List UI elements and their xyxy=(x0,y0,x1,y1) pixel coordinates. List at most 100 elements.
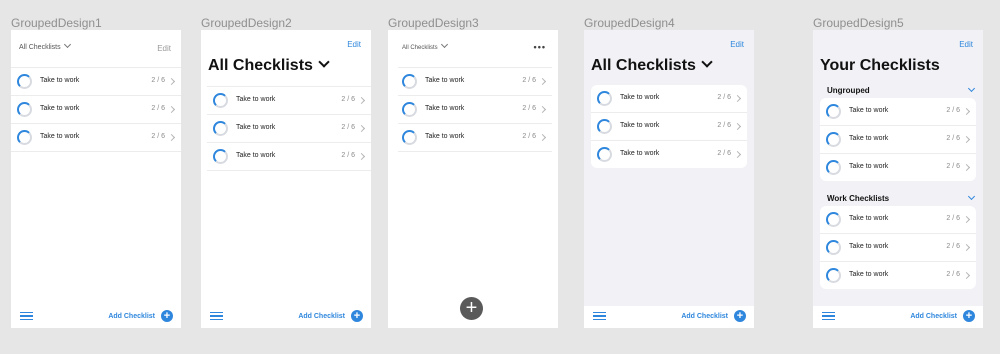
page-title-dropdown[interactable]: All Checklists xyxy=(591,56,713,75)
edit-button[interactable]: Edit xyxy=(157,44,171,53)
chevron-right-icon xyxy=(962,215,971,224)
artboard-grouped-design-3: All Checklists ••• Take to work 2 / 6 Tak… xyxy=(388,30,558,328)
checklist-title: Take to work xyxy=(425,105,465,112)
chevron-right-icon xyxy=(733,122,742,131)
list-item[interactable]: Take to work 2 / 6 xyxy=(820,98,976,126)
checklist-count: 2 / 6 xyxy=(151,133,165,140)
list-item[interactable]: Take to work 2 / 6 xyxy=(11,124,181,152)
progress-ring-icon xyxy=(402,102,417,117)
progress-ring-icon xyxy=(402,74,417,89)
checklist-count: 2 / 6 xyxy=(717,150,731,157)
list-item[interactable]: Take to work 2 / 6 xyxy=(820,126,976,154)
list-item[interactable]: Take to work 2 / 6 xyxy=(207,86,371,115)
checklist-title: Take to work xyxy=(849,135,889,142)
chevron-right-icon xyxy=(167,133,176,142)
checklist-list: Take to work 2 / 6 Take to work 2 / 6 Take… xyxy=(11,67,181,152)
list-item[interactable]: Take to work 2 / 6 xyxy=(820,206,976,234)
checklist-count: 2 / 6 xyxy=(151,77,165,84)
plus-circle-icon[interactable]: + xyxy=(963,310,975,322)
checklist-title: Take to work xyxy=(425,77,465,84)
checklist-count: 2 / 6 xyxy=(946,243,960,250)
chevron-down-icon[interactable] xyxy=(967,192,976,201)
list-item[interactable]: Take to work 2 / 6 xyxy=(591,113,747,141)
list-item[interactable]: Take to work 2 / 6 xyxy=(11,67,181,96)
add-checklist-button[interactable]: Add Checklist xyxy=(108,313,155,320)
list-item[interactable]: Take to work 2 / 6 xyxy=(820,234,976,262)
list-item[interactable]: Take to work 2 / 6 xyxy=(398,96,552,124)
list-item[interactable]: Take to work 2 / 6 xyxy=(591,141,747,168)
checklist-count: 2 / 6 xyxy=(946,215,960,222)
progress-ring-icon xyxy=(826,240,841,255)
progress-ring-icon xyxy=(826,268,841,283)
checklist-filter-dropdown[interactable]: All Checklists xyxy=(19,40,71,51)
list-item[interactable]: Take to work 2 / 6 xyxy=(398,124,552,152)
progress-ring-icon xyxy=(213,121,228,136)
chevron-right-icon xyxy=(733,94,742,103)
list-item[interactable]: Take to work 2 / 6 xyxy=(398,67,552,96)
plus-circle-icon[interactable]: + xyxy=(351,310,363,322)
checklist-title: Take to work xyxy=(236,124,276,131)
add-checklist-fab[interactable]: + xyxy=(460,297,483,320)
checklist-title: Take to work xyxy=(620,94,660,101)
chevron-down-icon xyxy=(701,56,713,68)
chevron-right-icon xyxy=(167,105,176,114)
chevron-down-icon[interactable] xyxy=(967,84,976,93)
checklist-count: 2 / 6 xyxy=(341,152,355,159)
progress-ring-icon xyxy=(17,102,32,117)
checklist-title: Take to work xyxy=(849,163,889,170)
chevron-right-icon xyxy=(962,163,971,172)
list-item[interactable]: Take to work 2 / 6 xyxy=(207,143,371,171)
checklist-count: 2 / 6 xyxy=(341,124,355,131)
chevron-right-icon xyxy=(962,135,971,144)
add-checklist-button[interactable]: Add Checklist xyxy=(910,313,957,320)
section-header-ungrouped: Ungrouped xyxy=(827,86,870,95)
ungrouped-card: Take to work 2 / 6 Take to work 2 / 6 Take… xyxy=(820,98,976,181)
checklist-filter-dropdown[interactable]: All Checklists xyxy=(402,40,448,51)
edit-button[interactable]: Edit xyxy=(959,40,973,49)
checklist-title: Take to work xyxy=(620,122,660,129)
checklist-title: Take to work xyxy=(40,133,80,140)
checklist-count: 2 / 6 xyxy=(522,105,536,112)
chevron-right-icon xyxy=(357,96,366,105)
list-item[interactable]: Take to work 2 / 6 xyxy=(820,262,976,289)
artboard-label-3: GroupedDesign3 xyxy=(388,16,479,30)
list-item[interactable]: Take to work 2 / 6 xyxy=(820,154,976,181)
checklist-count: 2 / 6 xyxy=(717,94,731,101)
checklist-title: Take to work xyxy=(849,243,889,250)
chevron-right-icon xyxy=(538,133,547,142)
menu-icon[interactable] xyxy=(822,312,835,320)
chevron-right-icon xyxy=(962,243,971,252)
list-item[interactable]: Take to work 2 / 6 xyxy=(591,85,747,113)
artboard-label-4: GroupedDesign4 xyxy=(584,16,675,30)
menu-icon[interactable] xyxy=(210,312,223,320)
list-item[interactable]: Take to work 2 / 6 xyxy=(11,96,181,124)
menu-icon[interactable] xyxy=(593,312,606,320)
progress-ring-icon xyxy=(17,130,32,145)
checklist-count: 2 / 6 xyxy=(522,133,536,140)
plus-circle-icon[interactable]: + xyxy=(734,310,746,322)
checklist-count: 2 / 6 xyxy=(151,105,165,112)
checklist-card: Take to work 2 / 6 Take to work 2 / 6 Take… xyxy=(591,85,747,168)
artboard-grouped-design-1: All Checklists Edit Take to work 2 / 6 Ta… xyxy=(11,30,181,328)
progress-ring-icon xyxy=(826,160,841,175)
progress-ring-icon xyxy=(826,132,841,147)
list-item[interactable]: Take to work 2 / 6 xyxy=(207,115,371,143)
edit-button[interactable]: Edit xyxy=(730,40,744,49)
progress-ring-icon xyxy=(826,104,841,119)
bottom-toolbar: Add Checklist + xyxy=(201,306,371,328)
page-title: All Checklists xyxy=(208,57,313,74)
add-checklist-button[interactable]: Add Checklist xyxy=(298,313,345,320)
progress-ring-icon xyxy=(597,147,612,162)
more-options-icon[interactable]: ••• xyxy=(534,42,546,52)
plus-circle-icon[interactable]: + xyxy=(161,310,173,322)
add-checklist-button[interactable]: Add Checklist xyxy=(681,313,728,320)
menu-icon[interactable] xyxy=(20,312,33,320)
page-title-dropdown[interactable]: All Checklists xyxy=(208,56,330,75)
chevron-right-icon xyxy=(962,107,971,116)
edit-button[interactable]: Edit xyxy=(347,40,361,49)
checklist-title: Take to work xyxy=(40,77,80,84)
artboard-label-2: GroupedDesign2 xyxy=(201,16,292,30)
chevron-down-icon xyxy=(63,40,71,49)
artboard-label-5: GroupedDesign5 xyxy=(813,16,904,30)
checklist-count: 2 / 6 xyxy=(946,135,960,142)
